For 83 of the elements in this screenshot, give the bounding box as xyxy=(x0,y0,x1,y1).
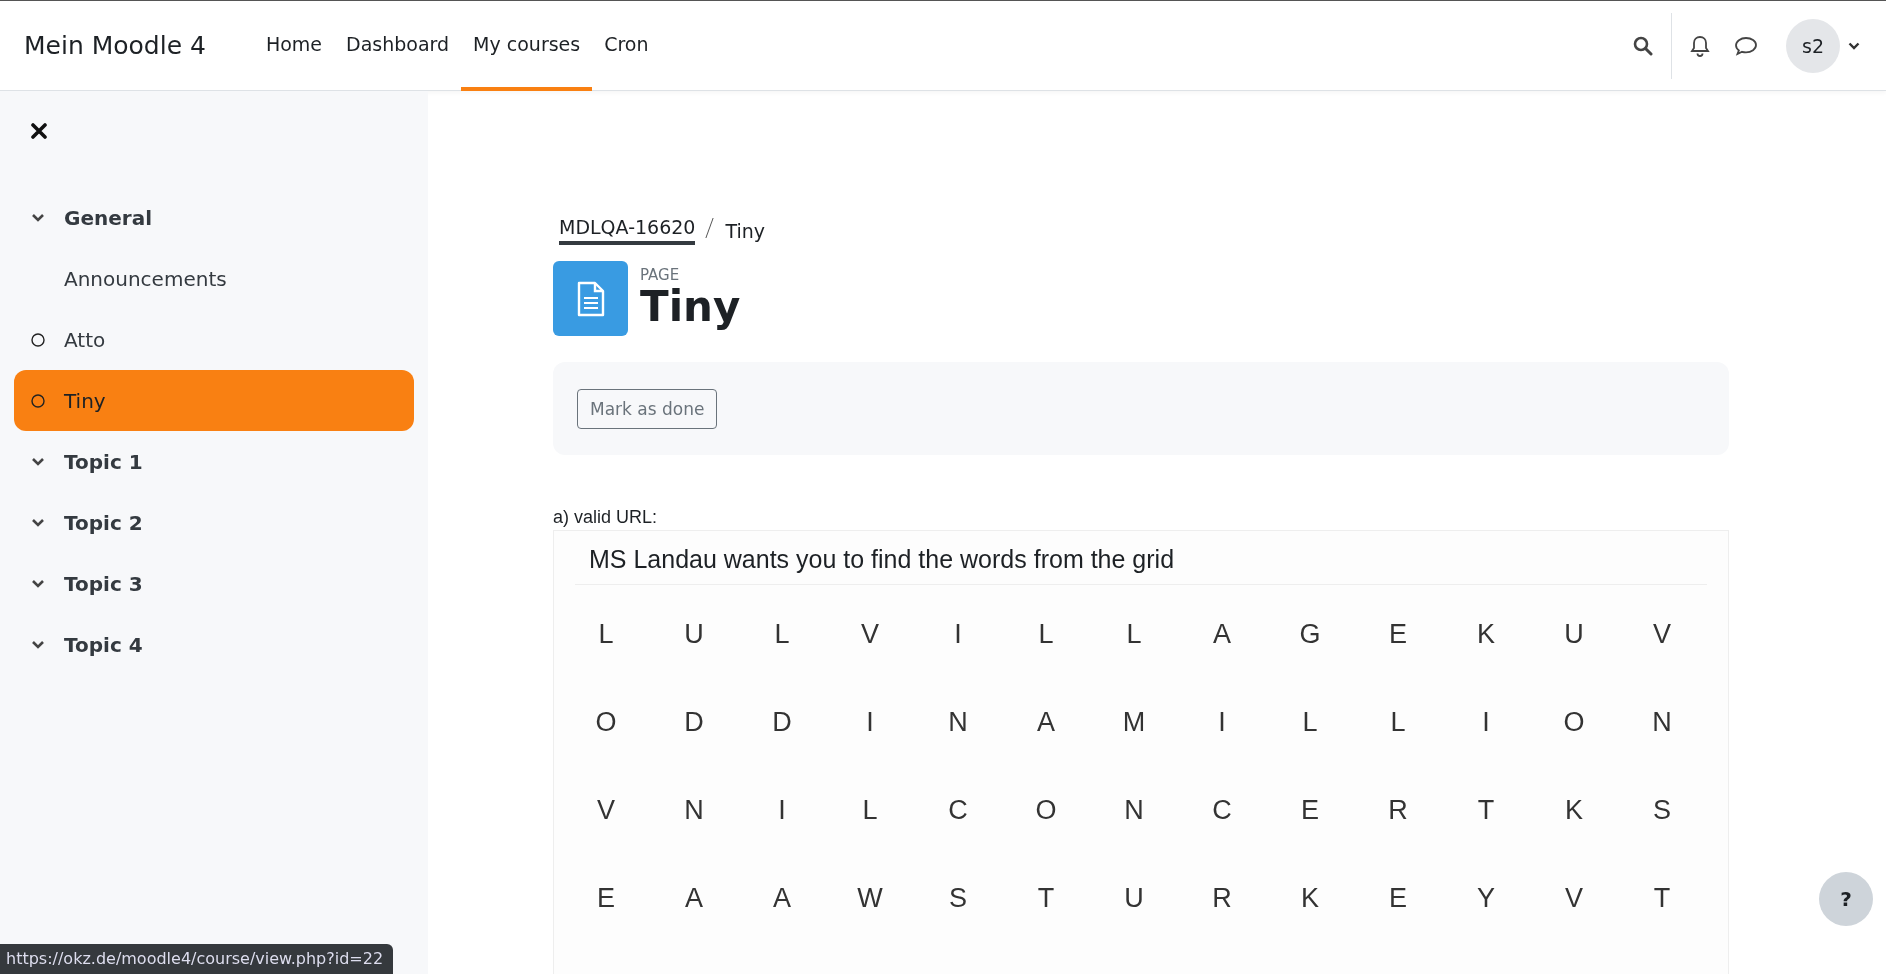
grid-letter: L xyxy=(1125,619,1143,651)
grid-letter: D xyxy=(683,707,705,739)
grid-letter: I xyxy=(1217,707,1227,739)
grid-letter: L xyxy=(773,619,791,651)
completion-circle-icon xyxy=(31,332,45,347)
section-item[interactable]: Topic 4 xyxy=(14,614,414,675)
activity-type-label: PAGE xyxy=(640,266,681,285)
section-item[interactable]: Topic 3 xyxy=(14,553,414,614)
course-index-item[interactable]: Announcements xyxy=(14,248,414,309)
grid-letter: I xyxy=(1481,707,1491,739)
search-icon[interactable] xyxy=(1633,35,1653,56)
grid-letter: T xyxy=(1652,883,1672,915)
grid-letter: V xyxy=(860,619,880,651)
breadcrumb-link[interactable]: MDLQA-16620 xyxy=(559,216,696,245)
close-icon[interactable] xyxy=(31,123,47,139)
grid-letter: E xyxy=(1388,883,1408,915)
grid-letter: K xyxy=(1564,795,1584,827)
grid-letter: I xyxy=(953,619,963,651)
grid-letter: E xyxy=(1388,619,1408,651)
page-title: Tiny xyxy=(640,284,741,331)
section-item[interactable]: Topic 2 xyxy=(14,492,414,553)
course-index-item[interactable]: Tiny xyxy=(14,370,414,431)
section-item[interactable]: Topic 1 xyxy=(14,431,414,492)
nav-link[interactable]: My courses xyxy=(461,1,593,91)
grid-letter: M xyxy=(1121,707,1147,739)
grid-letter: L xyxy=(1389,707,1407,739)
mark-as-done-button[interactable]: Mark as done xyxy=(577,388,718,429)
grid-letter: N xyxy=(683,795,705,827)
user-avatar[interactable]: s2 xyxy=(1786,18,1840,73)
grid-letter: V xyxy=(1652,619,1672,651)
grid-letter: E xyxy=(1300,795,1320,827)
grid-letter: S xyxy=(1652,795,1672,827)
course-index-item[interactable]: Atto xyxy=(14,309,414,370)
grid-letter: Y xyxy=(1476,883,1496,915)
site-name[interactable]: Mein Moodle 4 xyxy=(24,31,206,60)
grid-letter: O xyxy=(594,707,618,739)
nav-link[interactable]: Dashboard xyxy=(334,1,462,91)
grid-letter: V xyxy=(1564,883,1584,915)
grid-letter: N xyxy=(947,707,969,739)
bell-icon[interactable] xyxy=(1690,34,1710,57)
grid-letter: C xyxy=(947,795,969,827)
puzzle-heading: MS Landau wants you to find the words from the grid xyxy=(575,531,1707,585)
grid-letter: V xyxy=(596,795,616,827)
grid-letter: R xyxy=(1211,883,1233,915)
grid-letter: O xyxy=(1562,707,1586,739)
status-url: https://okz.de/moodle4/course/view.php?id=22 xyxy=(0,944,394,974)
grid-letter: W xyxy=(856,883,884,915)
grid-letter: C xyxy=(1211,795,1233,827)
grid-letter: K xyxy=(1300,883,1320,915)
grid-letter: U xyxy=(1123,883,1145,915)
grid-letter: R xyxy=(1387,795,1409,827)
caret-icon[interactable] xyxy=(1848,41,1860,50)
grid-letter: G xyxy=(1298,619,1322,651)
grid-letter: I xyxy=(865,707,875,739)
grid-letter: I xyxy=(777,795,787,827)
completion-circle-icon xyxy=(31,393,45,408)
help-button[interactable]: ? xyxy=(1819,872,1873,926)
grid-letter: U xyxy=(1563,619,1585,651)
grid-letter: E xyxy=(596,883,616,915)
page-icon xyxy=(553,261,628,336)
section-item[interactable]: General xyxy=(14,187,414,248)
nav-link[interactable]: Home xyxy=(253,1,334,91)
grid-letter: N xyxy=(1123,795,1145,827)
grid-letter: L xyxy=(1037,619,1055,651)
grid-letter: L xyxy=(597,619,615,651)
grid-letter: L xyxy=(1301,707,1319,739)
chat-icon[interactable] xyxy=(1734,35,1758,56)
grid-letter: A xyxy=(772,883,792,915)
grid-letter: K xyxy=(1476,619,1496,651)
grid-letter: T xyxy=(1036,883,1056,915)
content-label: a) valid URL: xyxy=(553,507,659,528)
grid-letter: T xyxy=(1476,795,1496,827)
grid-letter: A xyxy=(1036,707,1056,739)
breadcrumb-current: Tiny xyxy=(725,219,766,242)
grid-letter: U xyxy=(683,619,705,651)
grid-letter: S xyxy=(948,883,968,915)
grid-letter: A xyxy=(1212,619,1232,651)
grid-letter: N xyxy=(1651,707,1673,739)
grid-letter: A xyxy=(684,883,704,915)
grid-letter: O xyxy=(1034,795,1058,827)
nav-link[interactable]: Cron xyxy=(592,1,661,91)
grid-letter: L xyxy=(861,795,879,827)
grid-letter: D xyxy=(771,707,793,739)
